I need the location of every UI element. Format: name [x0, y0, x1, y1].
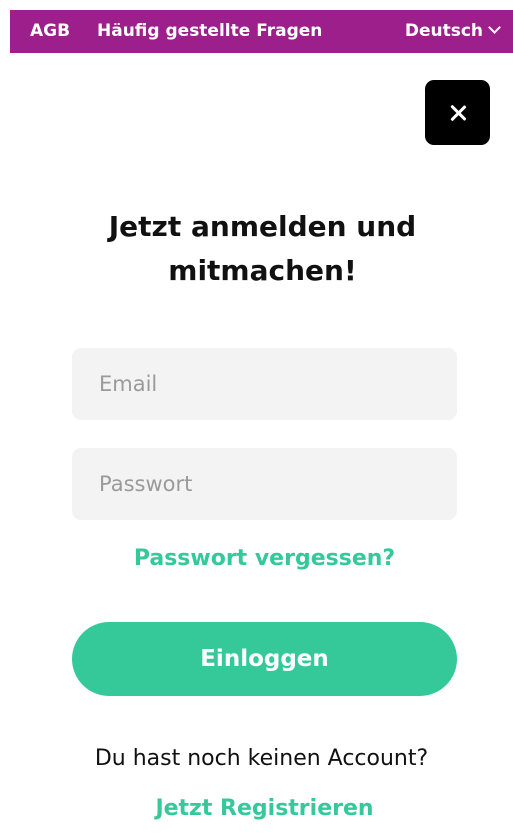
- page-title: Jetzt anmelden und mitmachen!: [50, 205, 475, 293]
- email-field[interactable]: [72, 348, 457, 420]
- chevron-down-icon: [488, 21, 501, 34]
- page-title-line: Jetzt anmelden und: [108, 210, 417, 243]
- language-label: Deutsch: [404, 21, 483, 41]
- forgot-password-link[interactable]: Passwort vergessen?: [72, 542, 457, 576]
- page-title-line: mitmachen!: [168, 254, 357, 287]
- agb-link[interactable]: AGB: [30, 10, 70, 53]
- language-selector[interactable]: Deutsch: [404, 10, 501, 53]
- faq-link[interactable]: Häufig gestellte Fragen: [97, 10, 322, 53]
- close-button[interactable]: [425, 80, 490, 145]
- login-screen: AGB Häufig gestellte Fragen Deutsch Jetz…: [10, 10, 513, 837]
- register-link[interactable]: Jetzt Registrieren: [72, 792, 457, 826]
- password-field[interactable]: [72, 448, 457, 520]
- top-bar: AGB Häufig gestellte Fragen Deutsch: [10, 10, 513, 53]
- login-button[interactable]: Einloggen: [72, 622, 457, 696]
- close-icon: [449, 104, 467, 122]
- no-account-text: Du hast noch keinen Account?: [94, 746, 429, 771]
